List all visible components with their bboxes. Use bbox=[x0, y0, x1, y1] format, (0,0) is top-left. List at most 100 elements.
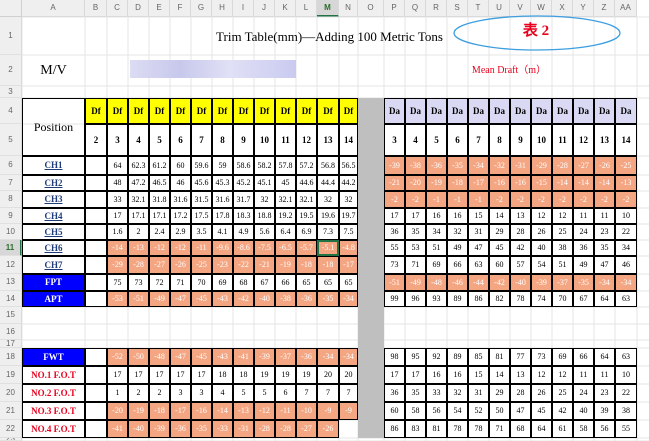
df-value-cell[interactable]: 31.8 bbox=[149, 191, 170, 208]
df-value-cell[interactable] bbox=[85, 274, 107, 291]
df-value-cell[interactable]: -17 bbox=[170, 402, 191, 420]
df-value-cell[interactable]: 66 bbox=[275, 274, 296, 291]
df-value-cell[interactable]: -52 bbox=[107, 348, 128, 366]
df-value-cell[interactable]: -12 bbox=[170, 240, 191, 256]
da-value-cell[interactable]: -19 bbox=[426, 175, 447, 191]
df-value-cell[interactable]: -47 bbox=[170, 348, 191, 366]
da-value-cell[interactable]: 29 bbox=[489, 384, 510, 402]
df-value-cell[interactable]: 18.8 bbox=[254, 208, 275, 224]
df-value-cell[interactable]: 32.1 bbox=[275, 191, 296, 208]
df-value-cell[interactable]: -5.1 bbox=[317, 240, 339, 256]
df-value-cell[interactable]: 59 bbox=[212, 156, 233, 175]
da-value-cell[interactable]: -1 bbox=[426, 191, 447, 208]
da-value-cell[interactable]: 16 bbox=[426, 366, 447, 384]
da-value-cell[interactable]: -13 bbox=[615, 175, 637, 191]
df-value-cell[interactable]: -35 bbox=[191, 420, 212, 438]
da-value-cell[interactable]: 45 bbox=[489, 240, 510, 256]
df-value-cell[interactable]: 2 bbox=[128, 384, 149, 402]
da-value-cell[interactable]: 10 bbox=[615, 208, 637, 224]
da-value-cell[interactable]: 40 bbox=[573, 402, 594, 420]
df-value-cell[interactable]: -9 bbox=[339, 402, 358, 420]
df-value-cell[interactable]: 17 bbox=[170, 366, 191, 384]
da-value-cell[interactable]: 55 bbox=[615, 420, 637, 438]
df-value-cell[interactable]: -35 bbox=[317, 291, 339, 307]
da-value-cell[interactable]: -1 bbox=[468, 191, 489, 208]
da-value-cell[interactable]: 68 bbox=[510, 420, 531, 438]
da-value-cell[interactable]: 78 bbox=[510, 291, 531, 307]
da-value-cell[interactable]: 64 bbox=[594, 291, 615, 307]
da-value-cell[interactable]: 52 bbox=[468, 402, 489, 420]
df-value-cell[interactable]: 45.1 bbox=[254, 175, 275, 191]
df-value-cell[interactable]: -47 bbox=[170, 291, 191, 307]
df-value-cell[interactable]: 4.1 bbox=[212, 224, 233, 240]
df-value-cell[interactable]: -49 bbox=[149, 291, 170, 307]
df-value-cell[interactable]: 65 bbox=[296, 274, 317, 291]
da-value-cell[interactable]: 34 bbox=[615, 240, 637, 256]
da-value-cell[interactable]: 38 bbox=[615, 402, 637, 420]
df-value-cell[interactable]: 19.2 bbox=[275, 208, 296, 224]
df-value-cell[interactable]: -20 bbox=[107, 402, 128, 420]
da-value-cell[interactable]: -16 bbox=[489, 175, 510, 191]
df-value-cell[interactable]: 56.8 bbox=[317, 156, 339, 175]
da-value-cell[interactable]: 98 bbox=[384, 348, 405, 366]
df-value-cell[interactable]: -25 bbox=[191, 256, 212, 274]
da-value-cell[interactable]: 60 bbox=[384, 402, 405, 420]
df-value-cell[interactable]: 45.2 bbox=[233, 175, 254, 191]
df-value-cell[interactable]: -14 bbox=[107, 240, 128, 256]
df-value-cell[interactable] bbox=[85, 366, 107, 384]
da-value-cell[interactable]: 12 bbox=[552, 208, 573, 224]
df-value-cell[interactable]: -4.8 bbox=[339, 240, 358, 256]
df-value-cell[interactable]: 18 bbox=[233, 366, 254, 384]
da-value-cell[interactable]: 35 bbox=[405, 224, 426, 240]
da-value-cell[interactable]: -26 bbox=[594, 156, 615, 175]
df-value-cell[interactable]: -53 bbox=[107, 291, 128, 307]
da-value-cell[interactable]: 16 bbox=[426, 208, 447, 224]
df-value-cell[interactable]: -27 bbox=[296, 420, 317, 438]
da-value-cell[interactable]: -48 bbox=[426, 274, 447, 291]
df-value-cell[interactable]: 2.9 bbox=[170, 224, 191, 240]
df-value-cell[interactable]: -45 bbox=[191, 291, 212, 307]
df-value-cell[interactable]: -34 bbox=[317, 348, 339, 366]
df-value-cell[interactable]: 3 bbox=[191, 384, 212, 402]
da-value-cell[interactable]: 71 bbox=[489, 420, 510, 438]
da-value-cell[interactable]: -15 bbox=[531, 175, 552, 191]
df-value-cell[interactable]: -45 bbox=[191, 348, 212, 366]
df-value-cell[interactable]: 44.2 bbox=[339, 175, 358, 191]
df-value-cell[interactable]: -36 bbox=[296, 348, 317, 366]
da-value-cell[interactable]: 16 bbox=[447, 366, 468, 384]
df-value-cell[interactable]: 31.7 bbox=[233, 191, 254, 208]
df-value-cell[interactable]: -19 bbox=[128, 402, 149, 420]
df-value-cell[interactable]: 19 bbox=[275, 366, 296, 384]
da-value-cell[interactable]: 73 bbox=[531, 348, 552, 366]
da-value-cell[interactable]: -2 bbox=[531, 191, 552, 208]
da-value-cell[interactable]: -49 bbox=[405, 274, 426, 291]
da-value-cell[interactable]: 54 bbox=[531, 256, 552, 274]
df-value-cell[interactable]: -39 bbox=[149, 420, 170, 438]
df-value-cell[interactable]: -34 bbox=[339, 291, 358, 307]
df-value-cell[interactable]: 75 bbox=[107, 274, 128, 291]
da-value-cell[interactable]: 39 bbox=[594, 402, 615, 420]
da-value-cell[interactable]: -29 bbox=[531, 156, 552, 175]
df-value-cell[interactable]: -50 bbox=[128, 348, 149, 366]
da-value-cell[interactable]: 33 bbox=[426, 384, 447, 402]
da-value-cell[interactable]: 49 bbox=[573, 256, 594, 274]
df-value-cell[interactable]: -39 bbox=[254, 348, 275, 366]
da-value-cell[interactable]: 12 bbox=[531, 366, 552, 384]
da-value-cell[interactable]: -32 bbox=[489, 156, 510, 175]
df-value-cell[interactable]: -12 bbox=[254, 402, 275, 420]
df-value-cell[interactable]: -40 bbox=[254, 291, 275, 307]
df-value-cell[interactable]: -6.5 bbox=[275, 240, 296, 256]
da-value-cell[interactable]: -44 bbox=[468, 274, 489, 291]
df-value-cell[interactable]: 18 bbox=[212, 366, 233, 384]
da-value-cell[interactable]: 89 bbox=[447, 348, 468, 366]
da-value-cell[interactable]: 28 bbox=[510, 384, 531, 402]
df-value-cell[interactable]: 61.2 bbox=[149, 156, 170, 175]
df-value-cell[interactable]: 31.5 bbox=[191, 191, 212, 208]
da-value-cell[interactable]: 81 bbox=[426, 420, 447, 438]
da-value-cell[interactable]: 66 bbox=[447, 256, 468, 274]
df-value-cell[interactable]: 7 bbox=[296, 384, 317, 402]
da-value-cell[interactable]: -27 bbox=[573, 156, 594, 175]
da-value-cell[interactable]: -25 bbox=[615, 156, 637, 175]
df-value-cell[interactable]: 45 bbox=[275, 175, 296, 191]
da-value-cell[interactable]: 60 bbox=[489, 256, 510, 274]
